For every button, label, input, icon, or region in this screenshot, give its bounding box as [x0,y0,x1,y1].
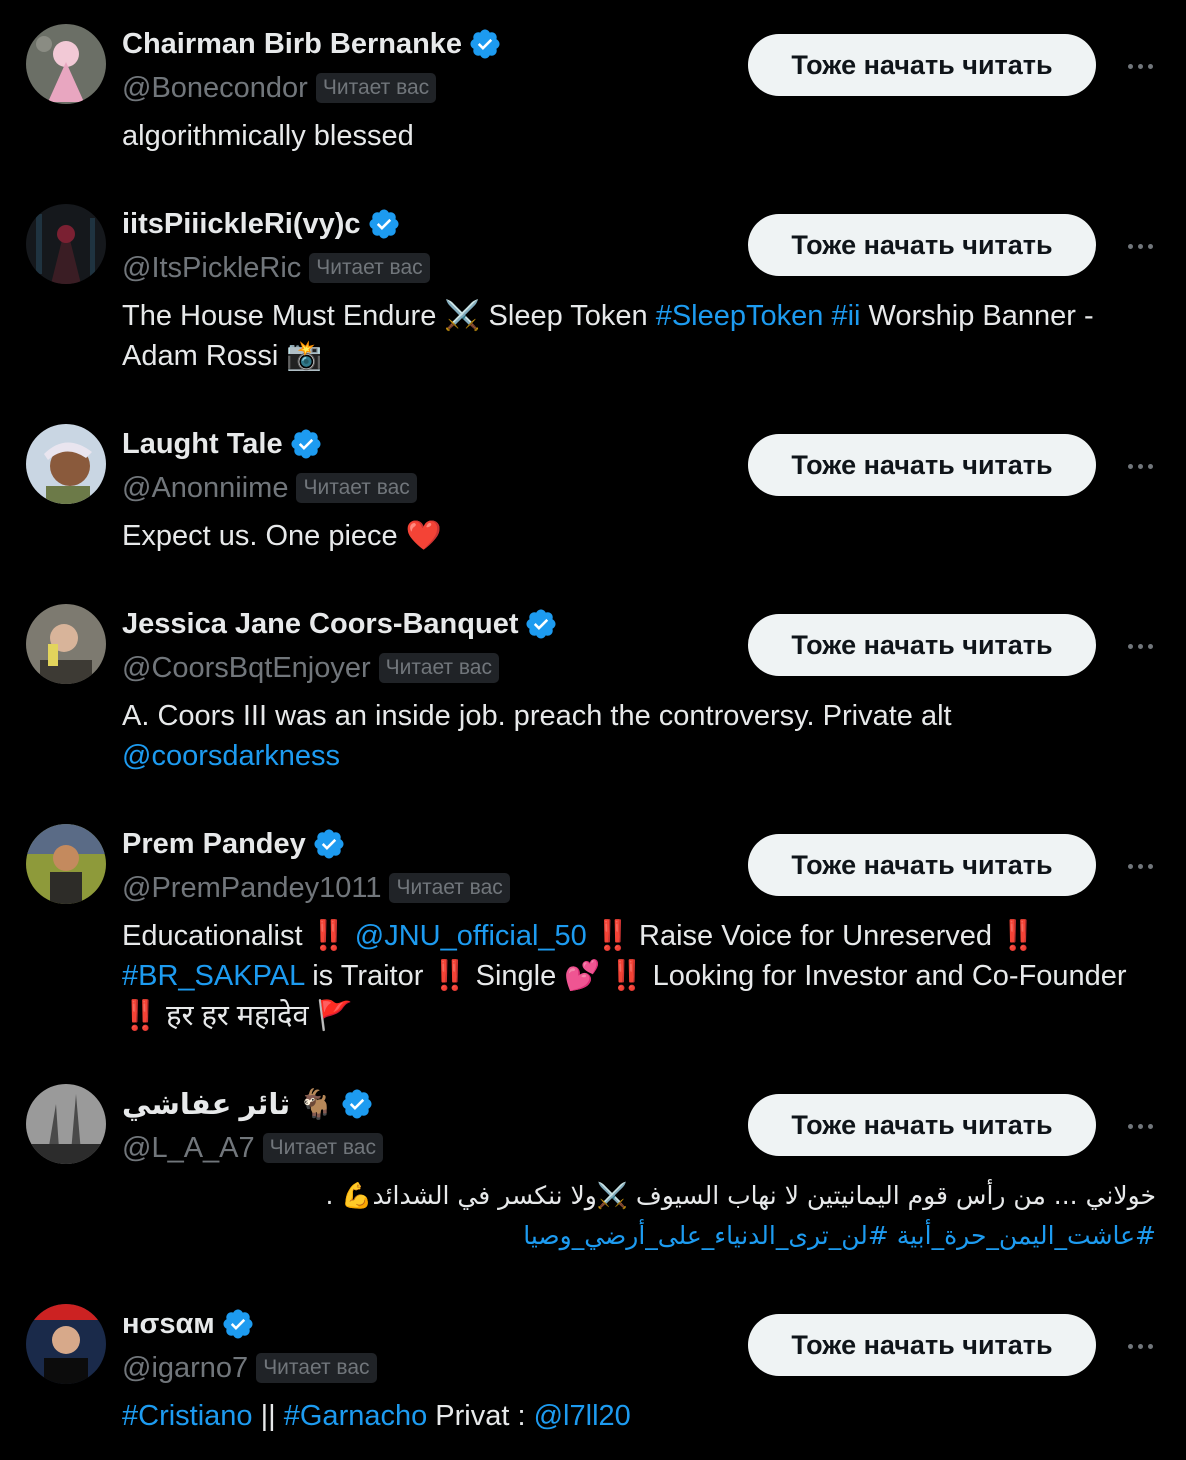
hashtag-link[interactable]: #Cristiano [122,1400,253,1432]
hashtag-link[interactable]: #ii [831,300,860,332]
verified-badge-icon [223,1309,253,1339]
user-handle[interactable]: @CoorsBqtEnjoyer [122,652,371,685]
verified-badge-icon [470,29,500,59]
user-handle[interactable]: @Bonecondor [122,72,308,105]
display-name[interactable]: Chairman Birb Bernanke [122,28,462,61]
avatar[interactable] [26,204,106,284]
user-bio: خولاني ... من رأس قوم اليمانيتين لا نهاب… [122,1176,1156,1256]
follows-you-badge: Читает вас [256,1353,377,1383]
avatar[interactable] [26,604,106,684]
mention-link[interactable]: @coorsdarkness [122,740,340,772]
verified-badge-icon [314,829,344,859]
user-handle[interactable]: @PremPandey1011 [122,872,381,905]
display-name[interactable]: Laught Tale [122,428,283,461]
follow-back-button[interactable]: Тоже начать читать [748,34,1096,96]
display-name[interactable]: Jessica Jane Coors-Banquet [122,608,518,641]
user-handle[interactable]: @L_A_A7 [122,1132,255,1165]
follows-you-badge: Читает вас [315,73,437,103]
more-options-icon[interactable] [1122,228,1158,264]
avatar[interactable] [26,1304,106,1384]
follows-you-badge: Читает вас [389,873,510,903]
verified-badge-icon [526,609,557,639]
user-handle[interactable]: @Anonniime [122,472,288,505]
follow-back-button[interactable]: Тоже начать читать [748,614,1096,676]
follow-back-button[interactable]: Тоже начать читать [748,834,1096,896]
hashtag-link[interactable]: #SleepToken [656,300,824,332]
mention-link[interactable]: @JNU_official_50 [355,920,587,952]
user-bio: Expect us. One piece ❤️ [122,520,442,552]
verified-badge-icon [342,1089,372,1119]
user-handle[interactable]: @igarno7 [122,1352,248,1385]
follows-you-badge: Читает вас [262,1133,383,1163]
user-bio: A. Coors III was an inside job. preach t… [122,700,952,772]
display-name[interactable]: ثائر عفاشي 🐐 [122,1087,334,1122]
avatar[interactable] [26,1084,106,1164]
follow-back-button[interactable]: Тоже начать читать [748,1314,1096,1376]
avatar[interactable] [26,24,106,104]
verified-badge-icon [369,209,399,239]
follows-you-badge: Читает вас [378,653,499,683]
more-options-icon[interactable] [1122,48,1158,84]
follows-you-badge: Читает вас [296,473,417,503]
follows-you-badge: Читает вас [309,253,430,283]
mention-link[interactable]: @l7ll20 [534,1400,631,1432]
display-name[interactable]: Prem Pandey [122,828,306,861]
more-options-icon[interactable] [1122,1328,1158,1364]
verified-badge-icon [291,429,321,459]
more-options-icon[interactable] [1122,848,1158,884]
user-bio: algorithmically blessed [122,120,414,152]
avatar[interactable] [26,824,106,904]
hashtag-link[interactable]: #Garnacho [284,1400,428,1432]
user-handle[interactable]: @ItsPickleRic [122,252,301,285]
more-options-icon[interactable] [1122,448,1158,484]
avatar[interactable] [26,424,106,504]
user-bio: Educationalist ‼️ @JNU_official_50 ‼️ Ra… [122,920,1127,1032]
follow-back-button[interactable]: Тоже начать читать [748,434,1096,496]
follow-back-button[interactable]: Тоже начать читать [748,214,1096,276]
user-bio: #Cristiano || #Garnacho Privat : @l7ll20 [122,1400,631,1432]
hashtag-link[interactable]: #عاشت_اليمن_حرة_أبية #لن_ترى_الدنياء_على… [122,1216,1156,1256]
follow-back-button[interactable]: Тоже начать читать [748,1094,1096,1156]
more-options-icon[interactable] [1122,1108,1158,1144]
user-bio: The House Must Endure ⚔️ Sleep Token #Sl… [122,300,1094,372]
more-options-icon[interactable] [1122,628,1158,664]
display-name[interactable]: нσѕαм [122,1308,215,1341]
hashtag-link[interactable]: #BR_SAKPAL [122,960,304,992]
display-name[interactable]: iitsPiiickleRi(vy)c [122,208,361,241]
